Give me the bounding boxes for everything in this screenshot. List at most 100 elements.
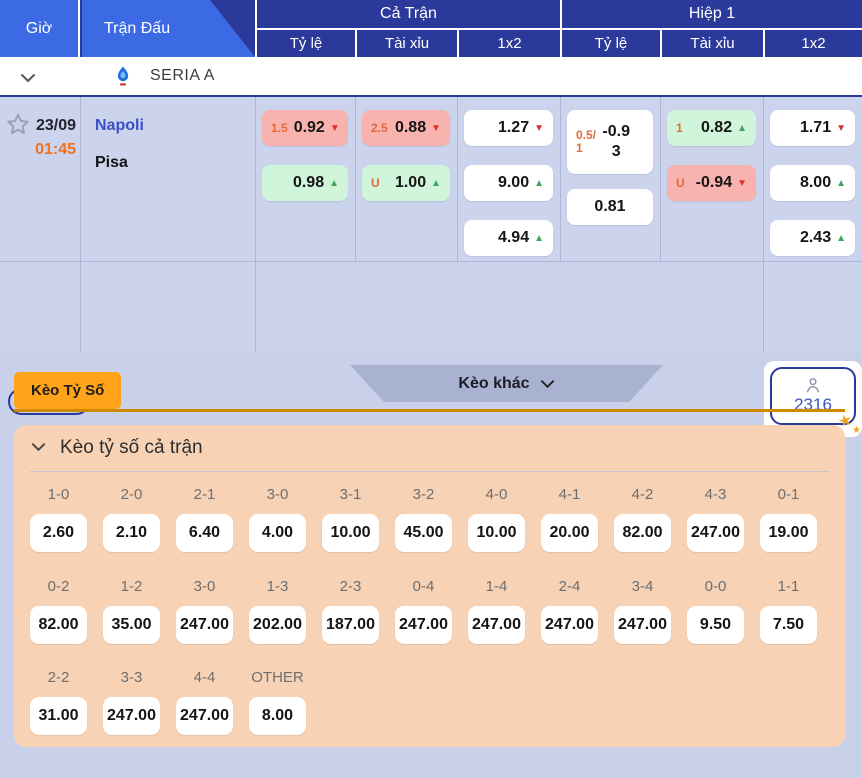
score-odd-button[interactable]: 4.00 bbox=[249, 514, 306, 552]
match-time: 01:45 bbox=[0, 141, 76, 159]
odds-cell-half-1x2[interactable]: 1.71▼ bbox=[770, 110, 855, 146]
score-label: 2-4 bbox=[541, 578, 598, 598]
header-group-first-half: Hiệp 1 bbox=[560, 0, 862, 28]
away-team-name: Pisa bbox=[95, 154, 128, 172]
score-panel-header[interactable]: Kèo tỷ số cả trận bbox=[14, 425, 845, 470]
score-cell: 0-09.50 bbox=[687, 578, 744, 644]
odds-line-label: 1.5 bbox=[271, 122, 288, 135]
score-label: OTHER bbox=[249, 669, 306, 689]
score-label: 4-3 bbox=[687, 486, 744, 506]
score-row: 0-282.001-235.003-0247.001-3202.002-3187… bbox=[14, 578, 845, 644]
score-odd-button[interactable]: 9.50 bbox=[687, 606, 744, 644]
score-odd-button[interactable]: 19.00 bbox=[760, 514, 817, 552]
odds-cell-full-ou[interactable]: U1.00▲ bbox=[362, 165, 450, 201]
score-odd-button[interactable]: 31.00 bbox=[30, 697, 87, 735]
header-sub-ou-full: Tài xỉu bbox=[355, 30, 457, 57]
score-odd-button[interactable]: 35.00 bbox=[103, 606, 160, 644]
score-cell: 4-3 247.00 bbox=[687, 486, 744, 552]
odds-cell-full-handicap[interactable]: 1.50.92▼ bbox=[262, 110, 348, 146]
odds-cell-half-1x2[interactable]: 2.43▲ bbox=[770, 220, 855, 256]
odds-cell-full-1x2[interactable]: 4.94▲ bbox=[464, 220, 553, 256]
score-label: 4-1 bbox=[541, 486, 598, 506]
trend-down-icon: ▼ bbox=[534, 123, 544, 134]
score-odd-button[interactable]: 6.40 bbox=[176, 514, 233, 552]
score-odd-button[interactable]: 20.00 bbox=[541, 514, 598, 552]
score-odd-button[interactable]: 45.00 bbox=[395, 514, 452, 552]
score-label: 1-2 bbox=[103, 578, 160, 598]
odds-value: 0.81 bbox=[594, 198, 625, 216]
score-odd-button[interactable]: 10.00 bbox=[322, 514, 379, 552]
score-cell: 4-1 20.00 bbox=[541, 486, 598, 552]
row-divider bbox=[0, 261, 862, 262]
odds-value: -0.94 bbox=[696, 174, 732, 192]
score-cell: 0-282.00 bbox=[30, 578, 87, 644]
score-odd-button[interactable]: 187.00 bbox=[322, 606, 379, 644]
score-cell: 3-4247.00 bbox=[614, 578, 671, 644]
trend-down-icon: ▼ bbox=[330, 123, 340, 134]
handicap-label-line: 1 bbox=[576, 142, 596, 155]
header-subcolumns: Tỷ lệ Tài xỉu 1x2 Tỷ lệ Tài xỉu 1x2 bbox=[255, 30, 862, 57]
odds-value-line: -0.9 bbox=[602, 122, 630, 142]
header-sub-handicap-full: Tỷ lệ bbox=[255, 30, 355, 57]
more-odds-button[interactable]: Kèo khác bbox=[350, 365, 663, 402]
score-label: 3-0 bbox=[176, 578, 233, 598]
chevron-down-icon[interactable] bbox=[20, 70, 36, 88]
score-label: 2-0 bbox=[103, 486, 160, 506]
trend-up-icon: ▲ bbox=[534, 178, 544, 189]
score-odd-button[interactable]: 7.50 bbox=[760, 606, 817, 644]
score-cell: 3-04.00 bbox=[249, 486, 306, 552]
trend-up-icon: ▲ bbox=[737, 123, 747, 134]
score-odd-button[interactable]: 8.00 bbox=[249, 697, 306, 735]
score-odd-button[interactable]: 247.00 bbox=[395, 606, 452, 644]
odds-value: 0.88 bbox=[395, 119, 426, 137]
odds-cell-half-handicap[interactable]: 0.81 bbox=[567, 189, 653, 225]
league-row[interactable]: SERIA A bbox=[0, 57, 862, 95]
odds-cell-half-1x2[interactable]: 8.00▲ bbox=[770, 165, 855, 201]
trend-up-icon: ▲ bbox=[836, 178, 846, 189]
score-odd-button[interactable]: 202.00 bbox=[249, 606, 306, 644]
score-odd-button[interactable]: 247.00 bbox=[468, 606, 525, 644]
score-odd-button[interactable]: 247.00 bbox=[103, 697, 160, 735]
sparkle-icon: ★ bbox=[852, 425, 861, 436]
score-odd-button[interactable]: 82.00 bbox=[614, 514, 671, 552]
chevron-down-icon[interactable] bbox=[31, 439, 46, 457]
score-cell: 3-3 247.00 bbox=[103, 669, 160, 735]
score-cell: 1-17.50 bbox=[760, 578, 817, 644]
odds-table-body: 23/09 01:45 Napoli Pisa 1.50.92▼0.98▲ 2.… bbox=[0, 97, 862, 352]
score-label: 3-3 bbox=[103, 669, 160, 689]
score-row: 1-02.602-02.102-16.403-04.003-110.003-24… bbox=[14, 486, 845, 552]
odds-cell-half-ou[interactable]: U-0.94▼ bbox=[667, 165, 756, 201]
odds-cell-full-1x2[interactable]: 9.00▲ bbox=[464, 165, 553, 201]
score-panel: Kèo tỷ số cả trận 1-02.602-02.102-16.403… bbox=[14, 425, 845, 747]
odds-col-half-handicap: 0.5/1-0.930.81 bbox=[560, 97, 660, 261]
league-name: SERIA A bbox=[150, 67, 215, 85]
score-odd-button[interactable]: 2.60 bbox=[30, 514, 87, 552]
score-odd-button[interactable]: 247.00 bbox=[614, 606, 671, 644]
score-odd-button[interactable]: 247.00 bbox=[687, 514, 744, 552]
header-col-time: Giờ bbox=[0, 0, 80, 57]
viewer-count: 2316 bbox=[794, 395, 832, 415]
odds-cell-full-handicap[interactable]: 0.98▲ bbox=[262, 165, 348, 201]
score-odd-button[interactable]: 247.00 bbox=[541, 606, 598, 644]
odds-cell-half-handicap[interactable]: 0.5/1-0.93 bbox=[567, 110, 653, 174]
odds-cell-half-ou[interactable]: 10.82▲ bbox=[667, 110, 756, 146]
tab-score-odds[interactable]: Kèo Tỷ Số bbox=[14, 372, 121, 409]
score-cell: 2-3187.00 bbox=[322, 578, 379, 644]
score-label: 4-0 bbox=[468, 486, 525, 506]
odds-cell-full-ou[interactable]: 2.50.88▼ bbox=[362, 110, 450, 146]
header-sub-ou-half: Tài xỉu bbox=[660, 30, 763, 57]
score-odd-button[interactable]: 2.10 bbox=[103, 514, 160, 552]
odds-col-full-handicap: 1.50.92▼ 0.98▲ bbox=[255, 97, 355, 261]
odds-line-label: 1 bbox=[676, 122, 683, 135]
score-odd-button[interactable]: 247.00 bbox=[176, 606, 233, 644]
tab-underline bbox=[14, 409, 845, 412]
score-cell: 3-245.00 bbox=[395, 486, 452, 552]
score-odd-button[interactable]: 247.00 bbox=[176, 697, 233, 735]
header-col-match: Trận Đấu bbox=[82, 0, 255, 57]
score-odd-button[interactable]: 82.00 bbox=[30, 606, 87, 644]
score-label: 1-4 bbox=[468, 578, 525, 598]
odds-cell-full-1x2[interactable]: 1.27▼ bbox=[464, 110, 553, 146]
league-logo-icon bbox=[114, 65, 132, 92]
score-odd-button[interactable]: 10.00 bbox=[468, 514, 525, 552]
odds-value: 1.00 bbox=[395, 174, 426, 192]
